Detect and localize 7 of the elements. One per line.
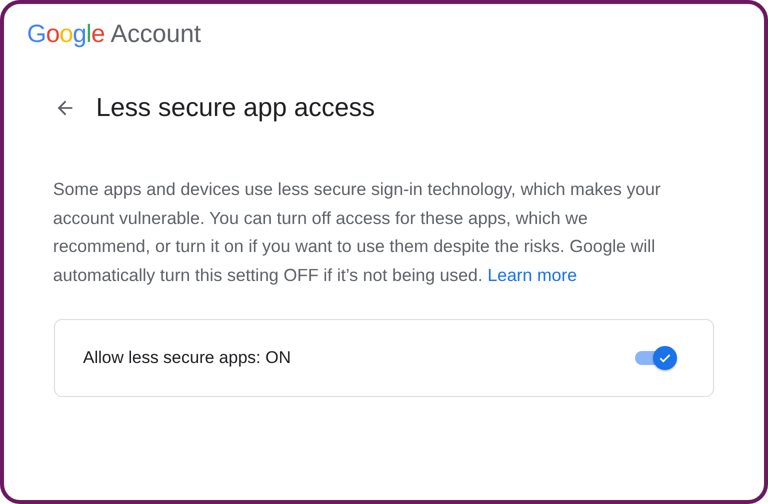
product-name: Account [110,20,201,49]
google-logo: Google [27,20,105,49]
setting-label: Allow less secure apps: ON [83,348,291,368]
toggle-switch[interactable] [633,345,677,371]
learn-more-link[interactable]: Learn more [487,264,577,284]
page-title: Less secure app access [96,92,375,123]
description-text: Some apps and devices use less secure sign-in technology, which makes your account vulnerable. You can turn off access for these apps, which we recommend, or turn it on if you want to use them despite the risks. Google will automatically turn this setting OFF if it’s not being used. Learn more [53,178,662,287]
